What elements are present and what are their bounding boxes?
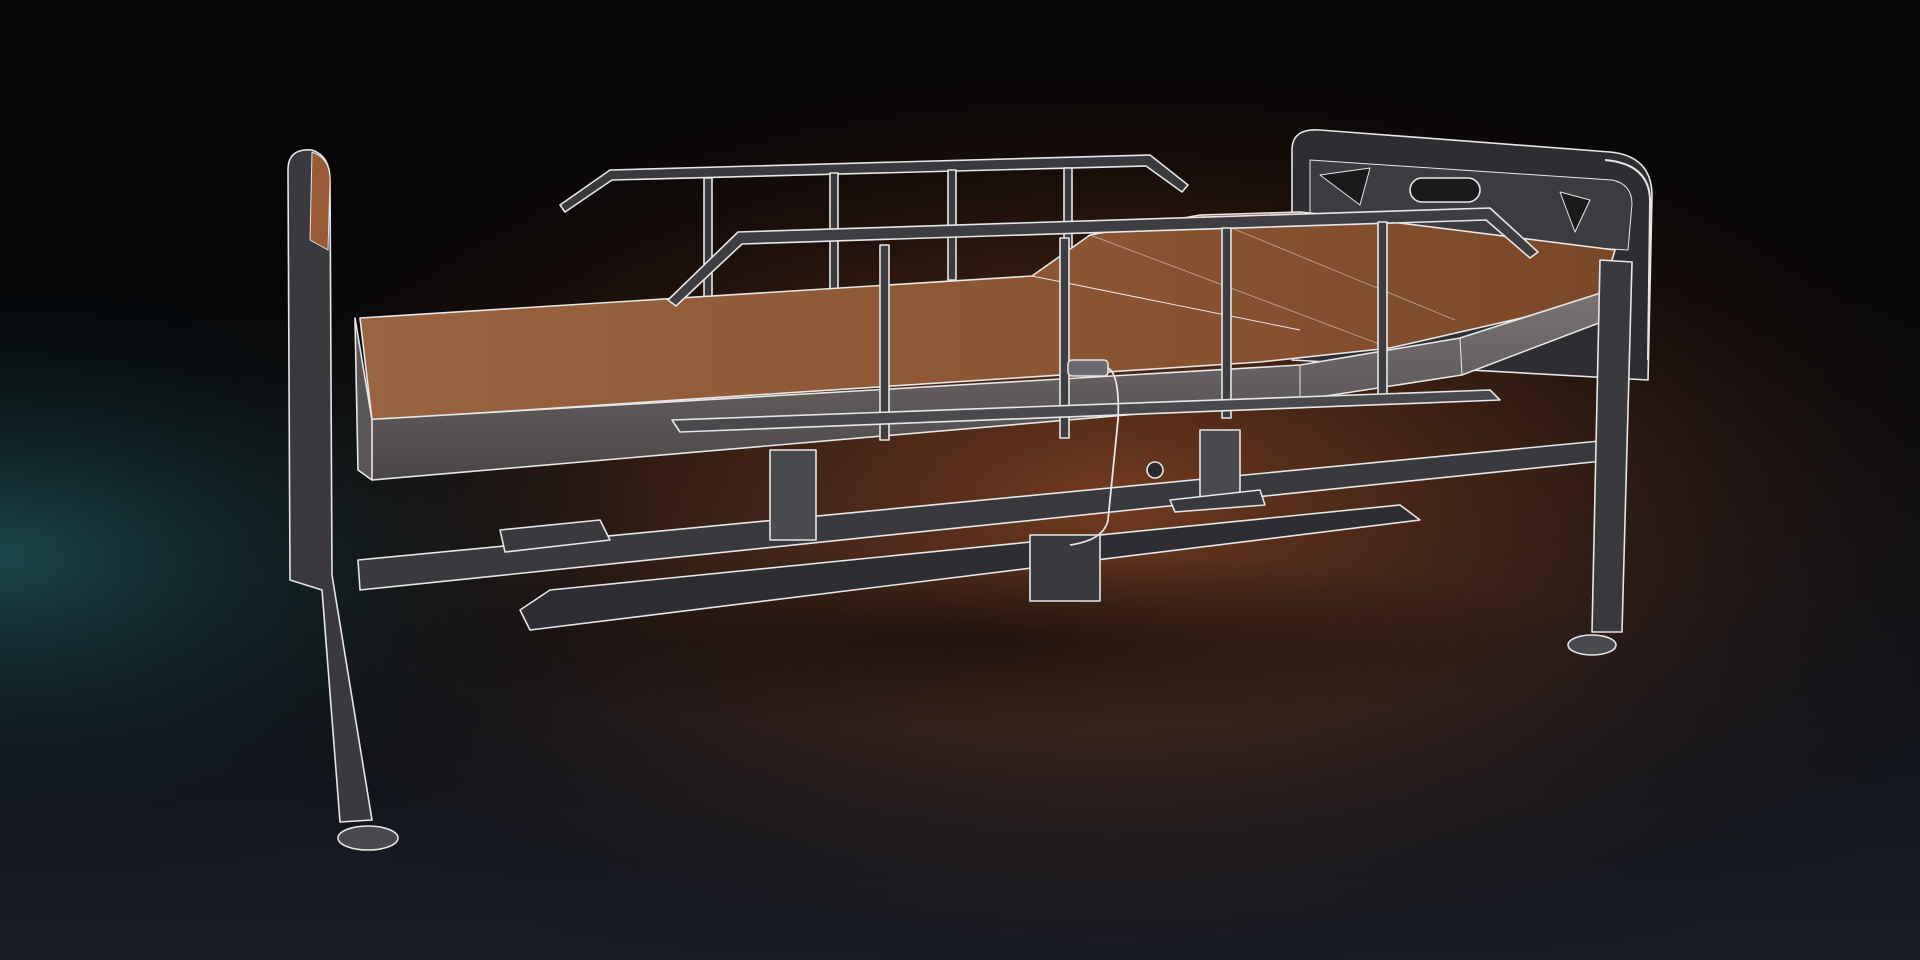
floor-shadow [360,550,1600,730]
render-canvas [0,0,1920,960]
teal-glow [0,0,1920,960]
